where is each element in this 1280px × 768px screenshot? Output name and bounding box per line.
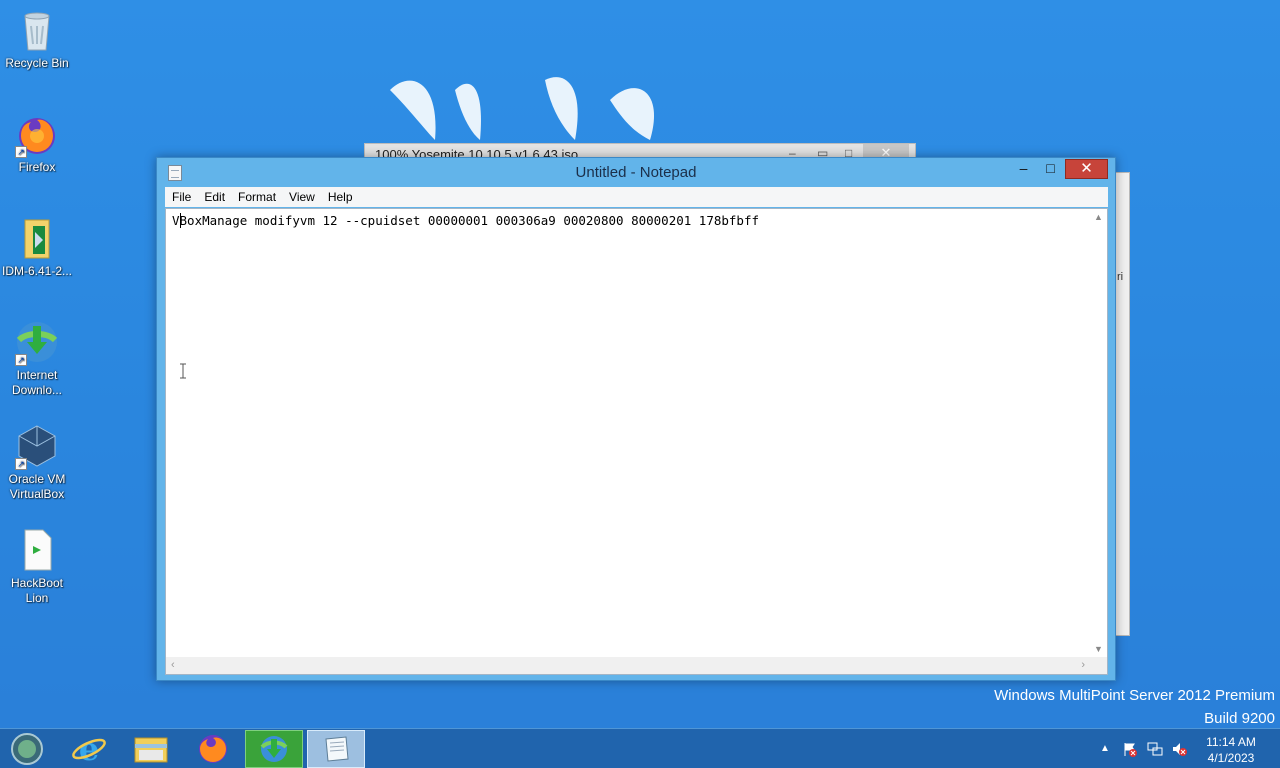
desktop-icon-label: IDM-6.41-2... — [1, 264, 73, 278]
menu-edit[interactable]: Edit — [197, 187, 231, 207]
resize-grip-icon[interactable] — [1090, 657, 1107, 674]
scroll-up-icon[interactable]: ▲ — [1094, 212, 1103, 222]
svg-text:e: e — [79, 730, 99, 768]
desktop-icon-recycle-bin[interactable]: Recycle Bin — [0, 6, 74, 71]
taskbar: e ▲ 11:14 AM 4/1/2023 — [0, 728, 1280, 768]
taskbar-file-explorer[interactable] — [122, 730, 180, 768]
desktop-icon-virtualbox[interactable]: ↗ Oracle VM VirtualBox — [0, 422, 74, 502]
clock-date: 4/1/2023 — [1207, 751, 1255, 765]
taskbar-notepad[interactable] — [307, 730, 365, 768]
menu-file[interactable]: File — [165, 187, 197, 207]
ie-icon: e — [72, 730, 106, 768]
file-icon — [13, 526, 61, 574]
menu-format[interactable]: Format — [231, 187, 282, 207]
close-button[interactable]: ✕ — [1065, 159, 1108, 179]
maximize-button[interactable]: □ — [1037, 159, 1064, 179]
watermark-edition: Windows MultiPoint Server 2012 Premium — [994, 687, 1275, 704]
desktop-icon-idm-folder[interactable]: IDM-6.41-2... — [0, 214, 74, 279]
text-caret — [180, 213, 181, 228]
editor-text: VBoxManage modifyvm 12 --cpuidset 000000… — [172, 213, 759, 228]
desktop-icon-label: Firefox — [18, 160, 56, 174]
menu-help[interactable]: Help — [321, 187, 359, 207]
taskbar-firefox[interactable] — [184, 730, 242, 768]
vertical-scrollbar[interactable]: ▲ ▼ — [1090, 209, 1107, 657]
watermark-build: Build 9200 — [1204, 710, 1275, 727]
desktop-icon-hackboot-lion[interactable]: HackBoot Lion — [0, 526, 74, 606]
folder-icon — [13, 214, 61, 262]
menu-view[interactable]: View — [282, 187, 321, 207]
text-editor[interactable]: VBoxManage modifyvm 12 --cpuidset 000000… — [165, 208, 1108, 675]
menu-bar: File Edit Format View Help — [165, 187, 1108, 207]
scroll-down-icon[interactable]: ▼ — [1094, 644, 1103, 654]
desktop-icon-firefox[interactable]: ↗ Firefox — [0, 110, 74, 175]
desktop-icon-label: Recycle Bin — [5, 56, 69, 70]
window-title: Untitled - Notepad — [575, 164, 697, 181]
background-window-fragment: ri — [1117, 271, 1124, 283]
minimize-button[interactable]: – — [1010, 159, 1037, 179]
notepad-icon — [325, 736, 349, 762]
desktop-icon-label: HackBoot Lion — [10, 576, 64, 605]
ibeam-cursor-icon — [180, 363, 186, 379]
desktop-icon-label: Internet Downlo... — [11, 368, 63, 397]
scroll-right-icon[interactable]: › — [1081, 659, 1085, 671]
taskbar-internet-download-manager[interactable] — [245, 730, 303, 768]
show-hidden-icons-icon[interactable]: ▲ — [1100, 743, 1110, 754]
clock-time: 11:14 AM — [1206, 735, 1256, 749]
system-clock[interactable]: 11:14 AM 4/1/2023 — [1196, 734, 1266, 766]
folder-icon — [134, 737, 168, 763]
idm-icon — [260, 736, 288, 762]
volume-muted-icon[interactable] — [1171, 741, 1187, 757]
taskbar-internet-explorer[interactable]: e — [60, 730, 118, 768]
desktop-icon-internet-download-manager[interactable]: ↗ Internet Downlo... — [0, 318, 74, 398]
recycle-bin-icon — [13, 6, 61, 54]
firefox-icon — [199, 735, 227, 763]
start-orb-icon — [11, 733, 43, 765]
desktop-icon-label: Oracle VM VirtualBox — [8, 472, 66, 501]
scroll-left-icon[interactable]: ‹ — [171, 659, 175, 671]
network-icon[interactable] — [1147, 741, 1163, 757]
start-button[interactable] — [8, 733, 46, 765]
notepad-window[interactable]: Untitled - Notepad – □ ✕ File Edit Format V… — [156, 157, 1116, 681]
windows-watermark: Windows MultiPoint Server 2012 Premium B… — [994, 684, 1275, 730]
virtualbox-icon: ↗ — [13, 422, 61, 470]
idm-icon: ↗ — [13, 318, 61, 366]
title-bar[interactable]: Untitled - Notepad – □ ✕ — [157, 158, 1115, 187]
action-center-flag-icon[interactable] — [1122, 741, 1138, 757]
firefox-icon: ↗ — [13, 110, 61, 158]
horizontal-scrollbar[interactable]: ‹ › — [166, 657, 1090, 674]
